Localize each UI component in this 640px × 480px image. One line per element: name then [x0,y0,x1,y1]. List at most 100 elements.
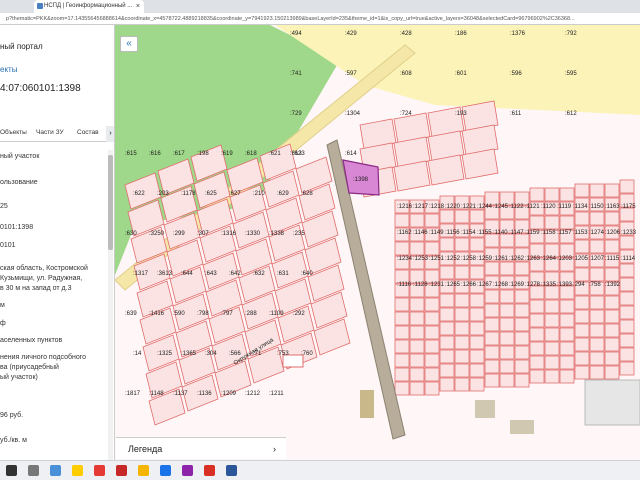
parcel[interactable] [454,321,470,336]
parcel[interactable] [409,297,425,312]
parcel[interactable] [454,293,470,308]
parcel[interactable] [439,349,455,364]
parcel[interactable] [559,299,575,314]
yandex-icon[interactable] [94,465,105,476]
parcel[interactable] [469,209,485,224]
parcel[interactable] [574,323,590,338]
parcel[interactable] [439,377,455,392]
parcel[interactable] [409,339,425,354]
sidebar-scrollbar[interactable] [108,150,113,460]
parcel[interactable] [394,213,410,228]
parcel[interactable] [394,339,410,354]
address-bar[interactable]: p?thematic=PKK&zoom=17.143556456888614&c… [0,13,640,25]
parcel[interactable] [409,213,425,228]
parcel[interactable] [409,325,425,340]
parcel[interactable] [529,369,545,384]
start-icon[interactable] [6,465,17,476]
tab-composition[interactable]: Состав [77,129,99,136]
collapse-sidebar-button[interactable]: « [120,36,138,52]
browser-icon[interactable] [50,465,61,476]
parcel[interactable] [484,373,500,388]
parcel[interactable] [484,345,500,360]
parcel[interactable] [499,261,515,276]
parcel[interactable] [604,337,620,352]
legend-panel[interactable]: Легенда › [116,437,286,459]
parcel[interactable] [589,267,605,282]
parcel[interactable] [559,187,575,202]
map-canvas[interactable]: :1398 Окружная улица :494:429:428:186:13… [115,25,640,460]
parcel[interactable] [499,303,515,318]
parcel[interactable] [469,321,485,336]
parcel[interactable] [559,341,575,356]
emoji-icon[interactable] [72,465,83,476]
parcel[interactable] [604,211,620,226]
chrome-icon[interactable] [204,465,215,476]
parcel[interactable] [394,381,410,396]
parcel[interactable] [529,215,545,230]
parcel[interactable] [409,241,425,256]
parcel[interactable] [409,381,425,396]
parcel[interactable] [514,303,530,318]
parcel[interactable] [619,263,635,278]
parcel[interactable] [544,355,560,370]
parcel[interactable] [499,331,515,346]
parcel[interactable] [604,239,620,254]
legend-arrow-icon[interactable]: › [273,438,276,460]
parcel[interactable] [619,347,635,362]
parcel[interactable] [574,365,590,380]
parcel[interactable] [544,341,560,356]
parcel[interactable] [619,291,635,306]
parcel[interactable] [439,321,455,336]
parcel[interactable] [559,313,575,328]
parcel[interactable] [454,209,470,224]
parcel[interactable] [439,293,455,308]
parcel[interactable] [529,299,545,314]
parcel[interactable] [424,339,440,354]
parcel[interactable] [514,289,530,304]
parcel[interactable] [544,215,560,230]
tab-parts[interactable]: Части ЗУ [36,129,64,136]
parcel[interactable] [424,297,440,312]
app-icon[interactable] [182,465,193,476]
parcel[interactable] [484,331,500,346]
parcel[interactable] [604,351,620,366]
parcel[interactable] [454,363,470,378]
parcel[interactable] [589,365,605,380]
parcel[interactable] [574,337,590,352]
parcel[interactable] [559,215,575,230]
parcel[interactable] [424,381,440,396]
parcel[interactable] [619,333,635,348]
parcel[interactable] [469,335,485,350]
parcel[interactable] [544,369,560,384]
parcel[interactable] [439,237,455,252]
parcel[interactable] [574,309,590,324]
parcel[interactable] [529,187,545,202]
parcel[interactable] [514,359,530,374]
parcel[interactable] [424,241,440,256]
parcel[interactable] [559,369,575,384]
parcel[interactable] [484,317,500,332]
parcel[interactable] [574,239,590,254]
tabs-next-icon[interactable]: › [106,126,114,142]
parcel[interactable] [454,377,470,392]
parcel[interactable] [529,327,545,342]
parcel[interactable] [394,367,410,382]
tab-close-icon[interactable]: × [136,0,140,13]
parcel[interactable] [469,349,485,364]
parcel[interactable] [619,319,635,334]
parcel[interactable] [409,353,425,368]
parcel[interactable] [454,349,470,364]
parcel[interactable] [574,351,590,366]
parcel[interactable] [514,345,530,360]
objects-link[interactable]: екты [0,65,17,74]
parcel[interactable] [589,295,605,310]
word-icon[interactable] [226,465,237,476]
parcel[interactable] [424,311,440,326]
parcel[interactable] [454,237,470,252]
parcel[interactable] [574,295,590,310]
parcel[interactable] [574,183,590,198]
parcel[interactable] [454,265,470,280]
parcel[interactable] [424,353,440,368]
parcel[interactable] [619,361,635,376]
opera-icon[interactable] [116,465,127,476]
